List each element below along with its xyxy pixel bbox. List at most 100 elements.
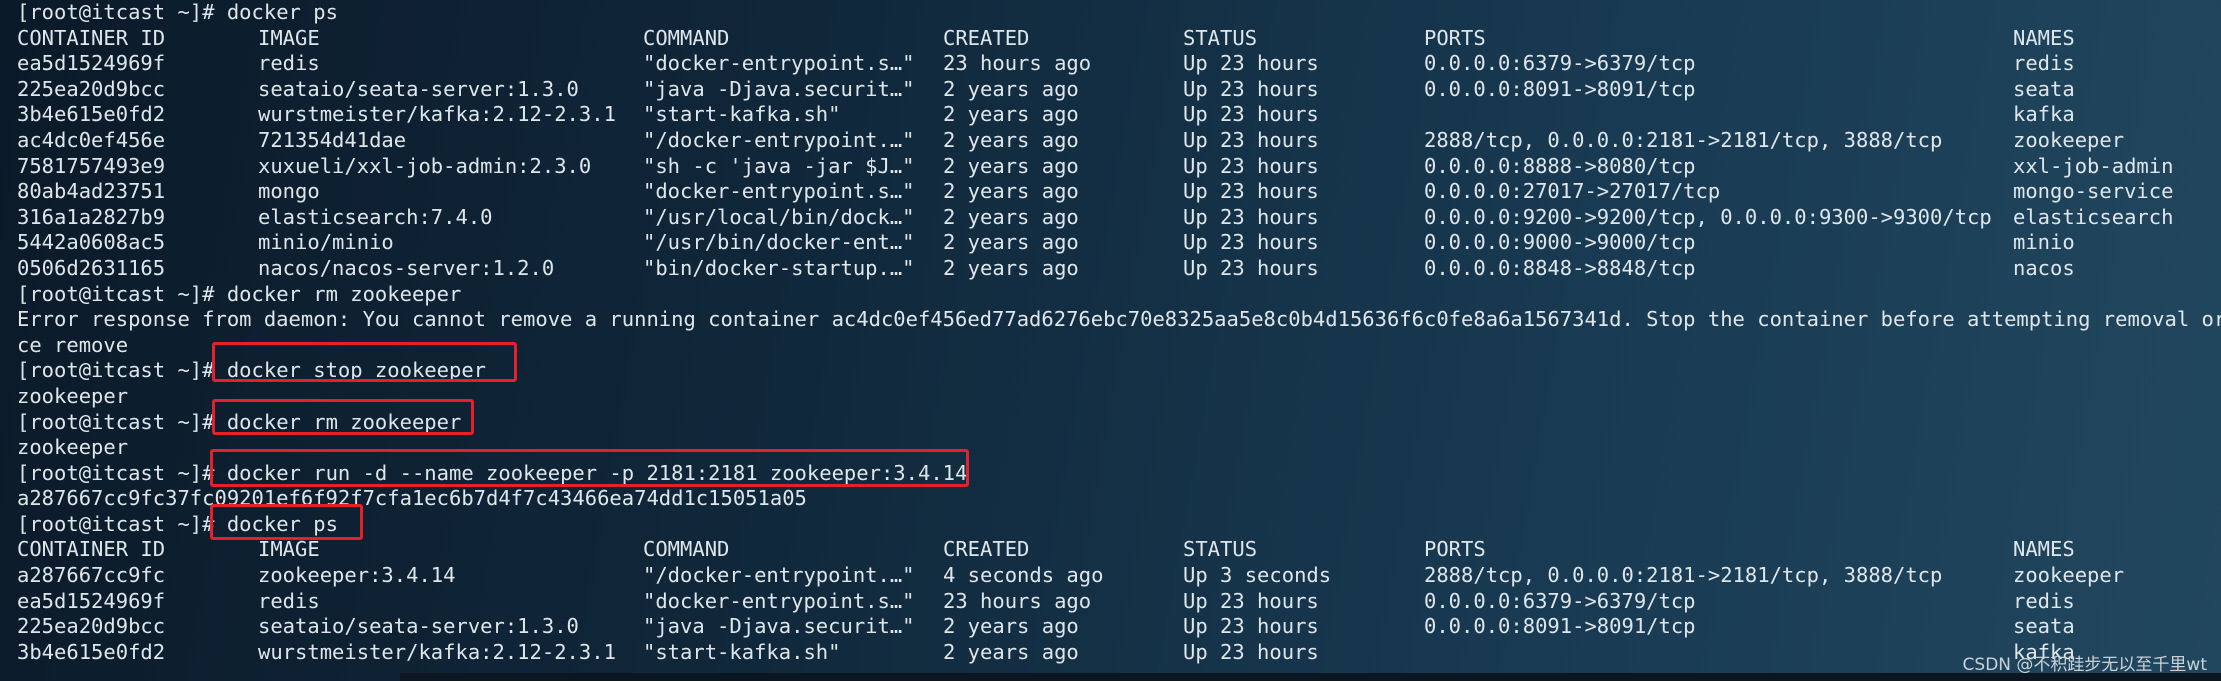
cell-ports: 0.0.0.0:27017->27017/tcp: [1424, 179, 1721, 204]
cell-command: "start-kafka.sh": [643, 102, 841, 127]
cell-image: seataio/seata-server:1.3.0: [258, 614, 579, 639]
table-row: 316a1a2827b9 elasticsearch:7.4.0 "/usr/loc…: [17, 205, 2221, 231]
cell-container-id: 225ea20d9bcc: [17, 614, 166, 639]
shell-prompt: [root@itcast ~]#: [17, 0, 227, 24]
header-ports: PORTS: [1424, 25, 1486, 50]
cell-image: zookeeper:3.4.14: [258, 563, 456, 588]
cell-status: Up 3 seconds: [1183, 563, 1332, 588]
cell-names: mongo-service: [2013, 179, 2174, 204]
table-row: ea5d1524969f redis "docker-entrypoint.s…" 2…: [17, 51, 2221, 77]
cell-names: nacos: [2013, 255, 2075, 280]
cell-created: 2 years ago: [943, 255, 1079, 280]
command-text: docker rm zookeeper: [226, 281, 462, 306]
cell-ports: 0.0.0.0:9200->9200/tcp, 0.0.0.0:9300->93…: [1424, 204, 1992, 229]
cell-image: wurstmeister/kafka:2.12-2.3.1: [258, 102, 616, 127]
table-header: CONTAINER ID IMAGE COMMAND CREATED STATUS POR…: [17, 537, 2221, 563]
header-names: NAMES: [2013, 537, 2075, 562]
cell-command: "docker-entrypoint.s…": [643, 51, 915, 76]
cell-command: "/docker-entrypoint.…": [643, 563, 915, 588]
cell-image: wurstmeister/kafka:2.12-2.3.1: [258, 639, 616, 664]
cell-image: nacos/nacos-server:1.2.0: [258, 255, 555, 280]
cell-names: elasticsearch: [2013, 204, 2174, 229]
cell-container-id: ac4dc0ef456e: [17, 127, 166, 152]
shell-prompt: [root@itcast ~]#: [17, 281, 227, 306]
cell-status: Up 23 hours: [1183, 230, 1319, 255]
cell-ports: 0.0.0.0:8091->8091/tcp: [1424, 614, 1696, 639]
cell-command: "docker-entrypoint.s…": [643, 179, 915, 204]
scrollbar-track[interactable]: [400, 673, 2221, 681]
cell-names: kafka: [2013, 102, 2075, 127]
header-command: COMMAND: [643, 537, 730, 562]
shell-prompt: [root@itcast ~]#: [17, 358, 227, 383]
cell-created: 2 years ago: [943, 153, 1079, 178]
shell-prompt: [root@itcast ~]#: [17, 460, 227, 485]
cell-command: "start-kafka.sh": [643, 639, 841, 664]
cell-status: Up 23 hours: [1183, 588, 1319, 613]
cell-ports: 0.0.0.0:8888->8080/tcp: [1424, 153, 1696, 178]
cell-names: zookeeper: [2013, 127, 2125, 152]
cell-container-id: 7581757493e9: [17, 153, 166, 178]
cell-status: Up 23 hours: [1183, 102, 1319, 127]
cell-status: Up 23 hours: [1183, 639, 1319, 664]
cell-created: 23 hours ago: [943, 588, 1092, 613]
cell-image: seataio/seata-server:1.3.0: [258, 76, 579, 101]
table-row: 80ab4ad23751 mongo "docker-entrypoint.s…" 2…: [17, 179, 2221, 205]
shell-prompt: [root@itcast ~]#: [17, 409, 227, 434]
cell-names: seata: [2013, 76, 2075, 101]
cell-container-id: 316a1a2827b9: [17, 204, 166, 229]
cell-ports: 0.0.0.0:8848->8848/tcp: [1424, 255, 1696, 280]
cell-ports: 0.0.0.0:6379->6379/tcp: [1424, 588, 1696, 613]
cell-container-id: ea5d1524969f: [17, 588, 166, 613]
cell-container-id: a287667cc9fc: [17, 563, 166, 588]
cell-container-id: 5442a0608ac5: [17, 230, 166, 255]
cell-created: 4 seconds ago: [943, 563, 1104, 588]
table-row: 225ea20d9bcc seataio/seata-server:1.3.0 "j…: [17, 614, 2221, 640]
container-table-1: ea5d1524969f redis "docker-entrypoint.s…" 2…: [17, 51, 2221, 281]
highlight-stop-command: [212, 342, 517, 382]
terminal-window[interactable]: [root@itcast ~]# docker ps CONTAINER ID I…: [0, 0, 2221, 681]
cell-image: redis: [258, 51, 320, 76]
header-names: NAMES: [2013, 25, 2075, 50]
cell-created: 2 years ago: [943, 614, 1079, 639]
cell-status: Up 23 hours: [1183, 204, 1319, 229]
cell-image: xuxueli/xxl-job-admin:2.3.0: [258, 153, 592, 178]
highlight-ps-command: [210, 504, 363, 540]
cell-image: elasticsearch:7.4.0: [258, 204, 493, 229]
header-status: STATUS: [1183, 25, 1258, 50]
error-output: Error response from daemon: You cannot r…: [17, 307, 2221, 332]
header-command: COMMAND: [643, 25, 730, 50]
cell-status: Up 23 hours: [1183, 127, 1319, 152]
cell-command: "bin/docker-startup.…": [643, 255, 915, 280]
highlight-run-command: [210, 449, 969, 487]
cell-created: 2 years ago: [943, 230, 1079, 255]
cell-image: redis: [258, 588, 320, 613]
header-ports: PORTS: [1424, 537, 1486, 562]
cell-image: mongo: [258, 179, 320, 204]
table-row: 5442a0608ac5 minio/minio "/usr/bin/docker-…: [17, 230, 2221, 256]
prompt-line: [root@itcast ~]# docker rm zookeeper: [17, 282, 2221, 308]
cell-command: "/usr/bin/docker-ent…": [643, 230, 915, 255]
cell-image: 721354d41dae: [258, 127, 407, 152]
cell-names: seata: [2013, 614, 2075, 639]
cell-container-id: 80ab4ad23751: [17, 179, 166, 204]
container-table-2: a287667cc9fc zookeeper:3.4.14 "/docker-ent…: [17, 563, 2221, 665]
cell-names: zookeeper: [2013, 563, 2125, 588]
cell-command: "sh -c 'java -jar $J…": [643, 153, 915, 178]
table-row: ea5d1524969f redis "docker-entrypoint.s…" 2…: [17, 589, 2221, 615]
cell-container-id: 3b4e615e0fd2: [17, 102, 166, 127]
highlight-rm-command: [212, 399, 474, 435]
cell-names: redis: [2013, 51, 2075, 76]
table-row: 225ea20d9bcc seataio/seata-server:1.3.0 "j…: [17, 77, 2221, 103]
cell-command: "docker-entrypoint.s…": [643, 588, 915, 613]
cell-created: 2 years ago: [943, 76, 1079, 101]
cell-status: Up 23 hours: [1183, 153, 1319, 178]
cell-command: "/docker-entrypoint.…": [643, 127, 915, 152]
table-row: ac4dc0ef456e 721354d41dae "/docker-entrypo…: [17, 128, 2221, 154]
cell-ports: 0.0.0.0:8091->8091/tcp: [1424, 76, 1696, 101]
cell-status: Up 23 hours: [1183, 614, 1319, 639]
command-text: docker ps: [226, 0, 338, 24]
cell-container-id: 0506d2631165: [17, 255, 166, 280]
table-row: 3b4e615e0fd2 wurstmeister/kafka:2.12-2.3.…: [17, 640, 2221, 666]
header-status: STATUS: [1183, 537, 1258, 562]
cell-names: minio: [2013, 230, 2075, 255]
